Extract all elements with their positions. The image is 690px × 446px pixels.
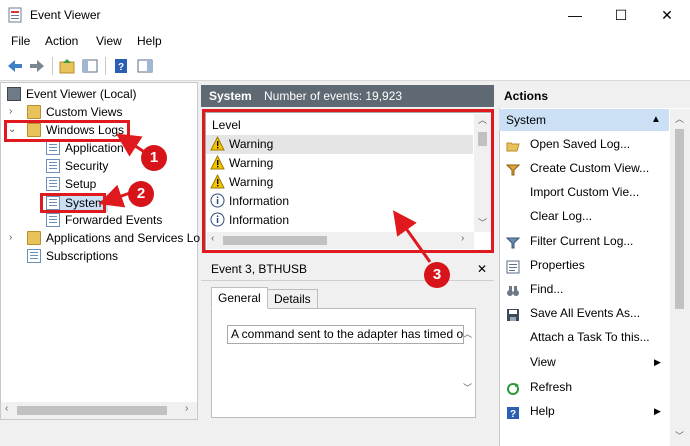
submenu-arrow-icon: ▶ <box>654 406 661 416</box>
log-icon <box>46 177 60 191</box>
window-title: Event Viewer <box>30 8 101 22</box>
scroll-left-icon[interactable]: ‹ <box>5 403 8 414</box>
menu-file[interactable]: File <box>11 34 30 48</box>
folder-icon <box>27 231 41 245</box>
show-action-pane-icon[interactable] <box>136 57 154 75</box>
chevron-right-icon[interactable]: › <box>9 232 12 243</box>
scroll-up-icon[interactable]: ︿ <box>675 112 684 125</box>
callout-badge-1: 1 <box>141 145 167 171</box>
up-folder-icon[interactable] <box>58 57 76 75</box>
forward-arrow-icon[interactable] <box>28 57 46 75</box>
log-icon <box>46 213 60 227</box>
event-details-header: Event 3, BTHUSB ✕ <box>201 258 494 281</box>
properties-icon <box>506 258 520 274</box>
subscriptions-icon <box>27 249 41 263</box>
tree-item-custom-views[interactable]: Custom Views <box>27 103 122 121</box>
callout-badge-2: 2 <box>128 181 154 207</box>
tab-general[interactable]: General <box>211 287 268 309</box>
toolbar-separator <box>52 57 53 75</box>
event-viewer-icon <box>7 87 21 101</box>
tree-item-forwarded-events[interactable]: Forwarded Events <box>46 211 162 229</box>
svg-text:?: ? <box>510 409 516 420</box>
log-name: System <box>209 89 252 103</box>
folder-open-icon <box>506 137 520 152</box>
maximize-button[interactable]: ☐ <box>598 0 644 30</box>
log-header: System Number of events: 19,923 <box>201 85 494 107</box>
folder-icon <box>27 105 41 119</box>
filter-icon <box>505 161 521 176</box>
highlight-windows-logs <box>4 120 130 142</box>
collapse-arrow-icon[interactable]: ▲ <box>651 109 661 131</box>
back-arrow-icon[interactable] <box>6 57 24 75</box>
close-icon[interactable]: ✕ <box>477 258 487 280</box>
event-title: Event 3, BTHUSB <box>211 262 308 276</box>
scroll-right-icon[interactable]: › <box>185 403 188 414</box>
tree-horizontal-scrollbar[interactable]: ‹ › <box>1 402 197 419</box>
save-icon <box>506 306 520 321</box>
tab-details[interactable]: Details <box>267 289 318 309</box>
menu-bar: File Action View Help <box>0 30 690 52</box>
actions-section-system[interactable]: System ▲ <box>499 109 669 131</box>
help-book-icon[interactable]: ? <box>112 57 130 75</box>
refresh-icon <box>506 380 520 395</box>
scroll-up-icon[interactable]: ︿ <box>463 327 472 340</box>
action-view[interactable]: View ▶ <box>506 350 666 374</box>
actions-title: Actions <box>499 84 690 108</box>
scroll-down-icon[interactable]: ﹀ <box>675 429 684 442</box>
show-hide-console-tree-icon[interactable] <box>81 57 99 75</box>
scrollbar-thumb[interactable] <box>675 129 684 309</box>
tree-item-applications-and-services[interactable]: Applications and Services Lo <box>27 229 200 247</box>
scrollbar-thumb[interactable] <box>17 406 167 415</box>
close-button[interactable]: ✕ <box>644 0 690 30</box>
scroll-down-icon[interactable]: ﹀ <box>463 381 472 394</box>
tree-item-event-viewer-local[interactable]: Event Viewer (Local) <box>7 85 137 103</box>
tree-item-setup[interactable]: Setup <box>46 175 96 193</box>
filter-icon <box>505 234 521 249</box>
tree-item-security[interactable]: Security <box>46 157 108 175</box>
menu-view[interactable]: View <box>96 34 122 48</box>
menu-help[interactable]: Help <box>137 34 162 48</box>
minimize-button[interactable]: — <box>552 0 598 30</box>
svg-text:?: ? <box>118 62 124 73</box>
event-count: Number of events: 19,923 <box>264 89 403 103</box>
actions-vertical-scrollbar[interactable]: ︿ ﹀ <box>670 109 690 446</box>
log-icon <box>46 159 60 173</box>
submenu-arrow-icon: ▶ <box>654 357 661 367</box>
menu-action[interactable]: Action <box>45 34 78 48</box>
binoculars-icon <box>506 282 520 296</box>
log-icon <box>46 141 60 155</box>
help-icon: ? <box>506 404 520 420</box>
tree-item-subscriptions[interactable]: Subscriptions <box>27 247 118 265</box>
event-viewer-app-icon <box>8 7 22 23</box>
chevron-right-icon[interactable]: › <box>9 106 12 117</box>
toolbar-separator <box>105 57 106 75</box>
highlight-system <box>40 193 106 213</box>
action-help[interactable]: ? Help ▶ <box>506 399 666 423</box>
event-description: A command sent to the adapter has timed … <box>227 325 464 344</box>
callout-badge-3: 3 <box>424 262 450 288</box>
title-bar: Event Viewer — ☐ ✕ <box>0 0 690 30</box>
toolbar: ? <box>0 52 690 81</box>
highlight-events-grid <box>202 109 494 253</box>
